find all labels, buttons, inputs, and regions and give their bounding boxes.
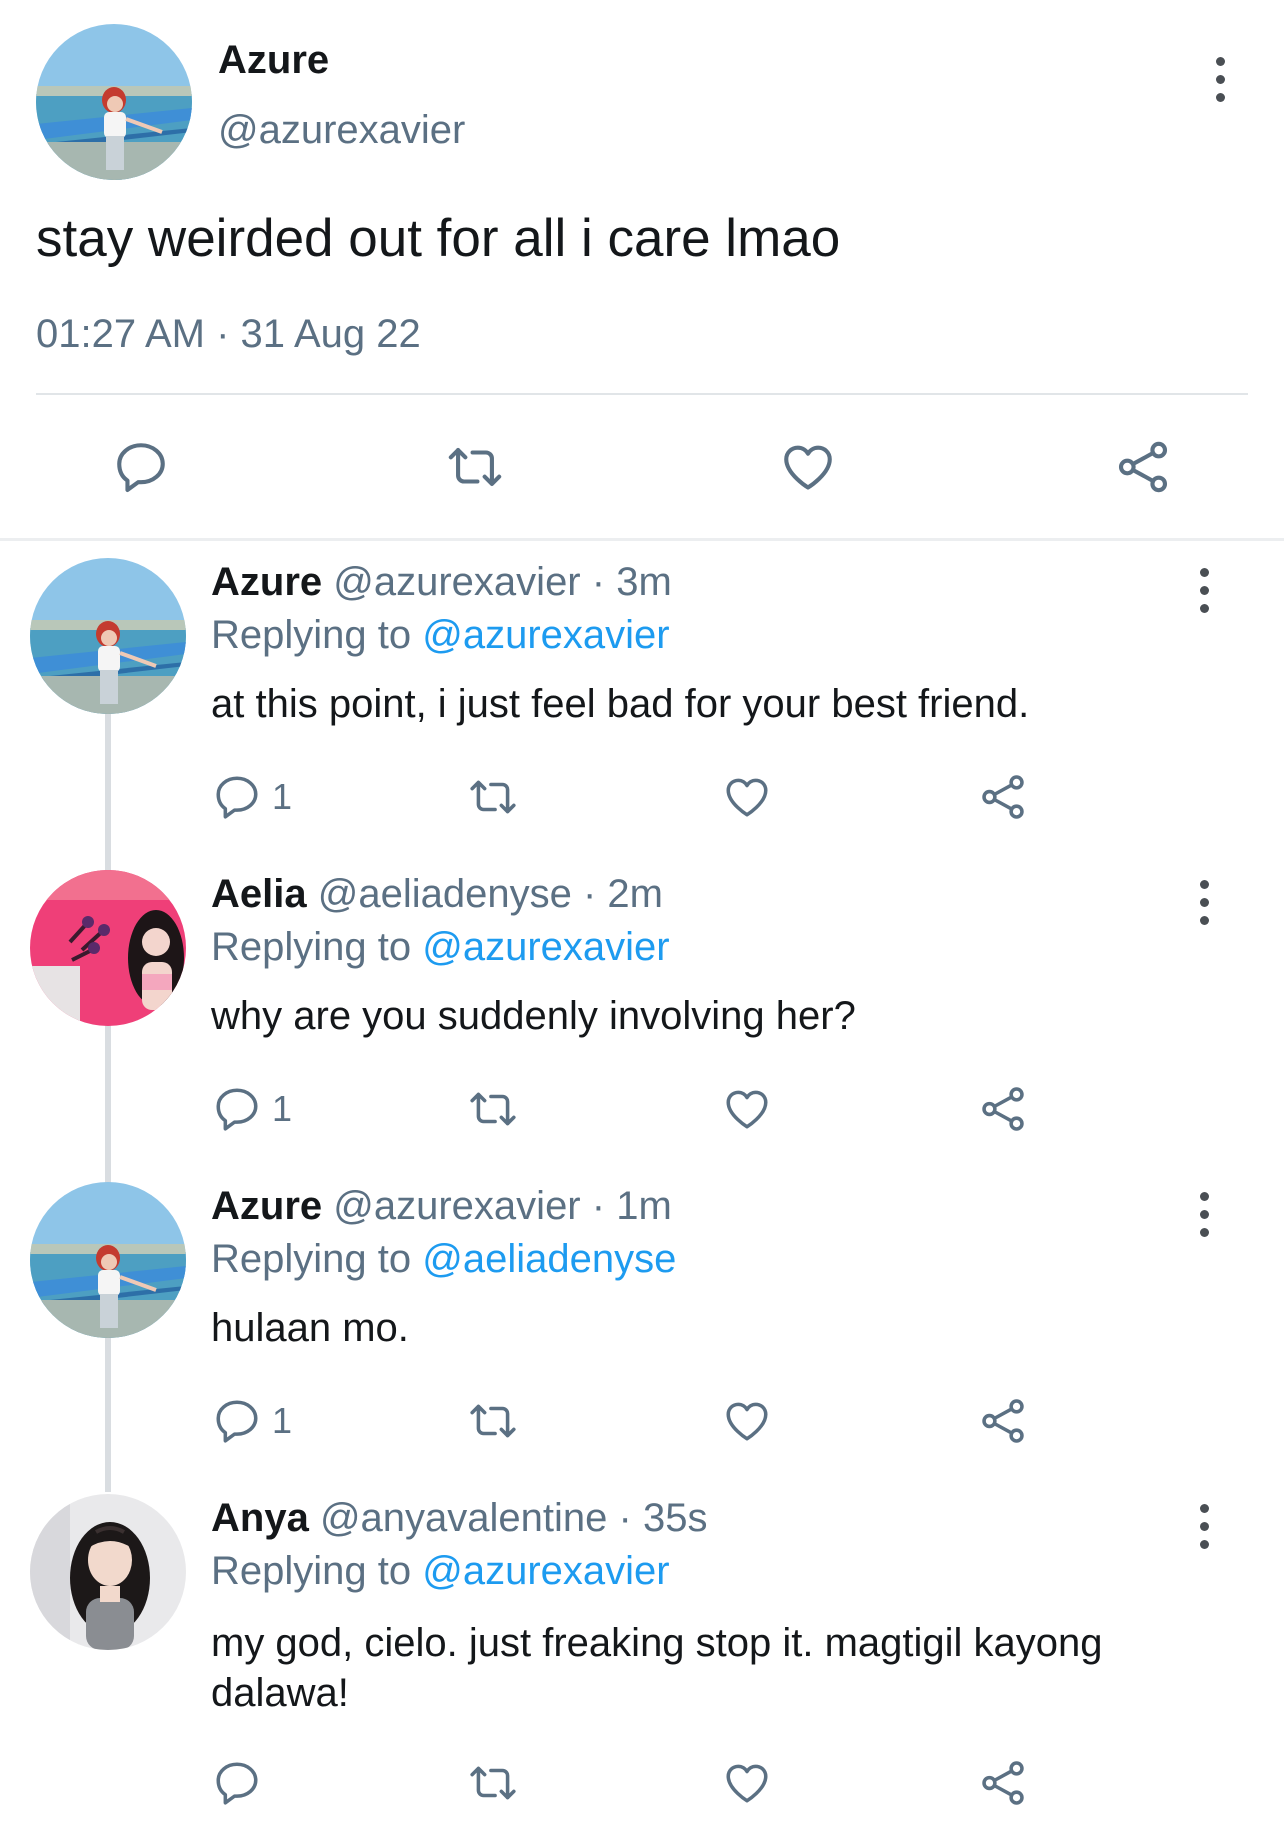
share-icon[interactable] <box>1114 438 1172 496</box>
reply-time: · 2m <box>582 872 663 916</box>
heart-icon[interactable] <box>722 772 772 822</box>
thread-line <box>105 712 111 1492</box>
heart-icon[interactable] <box>778 438 838 496</box>
retweet-icon[interactable] <box>465 772 521 822</box>
reply-text: my god, cielo. just freaking stop it. ma… <box>211 1621 1103 1715</box>
author-handle[interactable]: @azurexavier <box>218 108 465 153</box>
share-icon[interactable] <box>978 772 1028 822</box>
avatar[interactable] <box>30 1182 186 1338</box>
heart-icon[interactable] <box>722 1084 772 1134</box>
retweet-icon[interactable] <box>465 1758 521 1808</box>
replying-to: Replying to @azurexavier <box>211 1549 670 1593</box>
reply-icon[interactable] <box>112 438 170 496</box>
reply-time: · 1m <box>591 1184 672 1228</box>
reply-count: 1 <box>272 1400 293 1441</box>
mention-link[interactable]: @azurexavier <box>422 1549 669 1593</box>
reply-action[interactable]: 1 <box>212 1084 292 1134</box>
share-icon[interactable] <box>978 1396 1028 1446</box>
avatar[interactable] <box>30 1494 186 1650</box>
retweet-icon[interactable] <box>465 1396 521 1446</box>
reply-icon <box>216 776 258 819</box>
reply-header: Azure @azurexavier · 1m <box>211 1184 672 1229</box>
reply-text: why are you suddenly involving her? <box>211 994 856 1038</box>
more-icon[interactable] <box>1192 568 1216 613</box>
reply-header: Anya @anyavalentine · 35s <box>211 1496 707 1541</box>
reply-time: · 35s <box>618 1496 708 1540</box>
retweet-icon[interactable] <box>465 1084 521 1134</box>
author-handle[interactable]: @azurexavier <box>333 1184 580 1228</box>
reply-icon <box>216 1400 258 1443</box>
reply-icon <box>216 1088 258 1131</box>
divider <box>36 393 1248 395</box>
avatar[interactable] <box>30 870 186 1026</box>
more-icon[interactable] <box>1192 880 1216 925</box>
avatar[interactable] <box>36 24 192 180</box>
tweet-text: stay weirded out for all i care lmao <box>36 209 841 268</box>
reply-count: 1 <box>272 776 293 817</box>
reply-text: at this point, i just feel bad for your … <box>211 682 1030 726</box>
more-icon[interactable] <box>1192 1504 1216 1549</box>
reply-time: · 3m <box>591 560 672 604</box>
share-icon[interactable] <box>978 1758 1028 1808</box>
heart-icon[interactable] <box>722 1396 772 1446</box>
share-icon[interactable] <box>978 1084 1028 1134</box>
author-name[interactable]: Aelia <box>211 872 307 916</box>
mention-link[interactable]: @azurexavier <box>422 613 669 657</box>
author-handle[interactable]: @anyavalentine <box>320 1496 607 1540</box>
author-name[interactable]: Azure <box>211 560 322 604</box>
section-divider <box>0 538 1284 541</box>
author-name[interactable]: Azure <box>218 38 329 83</box>
more-icon[interactable] <box>1208 57 1232 102</box>
more-icon[interactable] <box>1192 1192 1216 1237</box>
mention-link[interactable]: @azurexavier <box>422 925 669 969</box>
author-name[interactable]: Anya <box>211 1496 309 1540</box>
author-handle[interactable]: @azurexavier <box>333 560 580 604</box>
retweet-icon[interactable] <box>443 438 507 496</box>
reply-icon[interactable] <box>212 1758 262 1808</box>
replying-to: Replying to @azurexavier <box>211 613 670 657</box>
mention-link[interactable]: @aeliadenyse <box>422 1237 676 1281</box>
reply-action[interactable]: 1 <box>212 1396 292 1446</box>
tweet-timestamp: 01:27 AM · 31 Aug 22 <box>36 312 421 356</box>
reply-header: Azure @azurexavier · 3m <box>211 560 672 605</box>
reply-action[interactable]: 1 <box>212 772 292 822</box>
author-name[interactable]: Azure <box>211 1184 322 1228</box>
replying-to: Replying to @aeliadenyse <box>211 1237 677 1281</box>
author-handle[interactable]: @aeliadenyse <box>318 872 572 916</box>
reply-header: Aelia @aeliadenyse · 2m <box>211 872 663 917</box>
reply-text: hulaan mo. <box>211 1306 409 1350</box>
avatar[interactable] <box>30 558 186 714</box>
replying-to: Replying to @azurexavier <box>211 925 670 969</box>
heart-icon[interactable] <box>722 1758 772 1808</box>
reply-count: 1 <box>272 1088 293 1129</box>
